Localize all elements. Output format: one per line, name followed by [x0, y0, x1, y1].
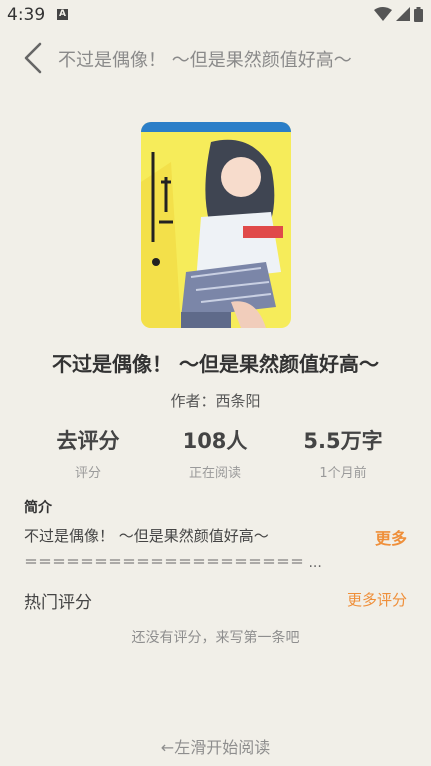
intro-more-button[interactable]: 更多 — [375, 525, 407, 549]
more-reviews-button[interactable]: 更多评分 — [347, 589, 407, 610]
book-author[interactable]: 作者：西条阳 — [0, 390, 431, 411]
word-count-stat: 5.5万字 1个月前 — [273, 426, 413, 481]
header: 不过是偶像！ ～但是果然颜值好高～ — [0, 38, 431, 78]
no-reviews-message[interactable]: 还没有评分，来写第一条吧 — [0, 627, 431, 647]
notification-icon: A — [57, 9, 68, 20]
book-detail-page: 4:39 A 不过是偶像！ ～但是果然颜值好高～ 不过是偶像！ ～但是果然颜值好… — [0, 0, 431, 766]
wifi-icon — [374, 7, 392, 21]
back-arrow-icon — [24, 42, 42, 74]
update-time: 1个月前 — [319, 466, 367, 481]
reviews-heading: 热门评分 — [24, 593, 92, 613]
rating-stat[interactable]: 去评分 评分 — [18, 426, 158, 481]
status-time: 4:39 — [7, 5, 46, 25]
battery-icon — [414, 6, 423, 22]
cover-illustration — [141, 122, 291, 328]
readers-label: 正在阅读 — [188, 466, 241, 481]
back-button[interactable] — [20, 41, 48, 75]
book-title: 不过是偶像！ ～但是果然颜值好高～ — [52, 352, 379, 376]
intro-text-line: 不过是偶像！ ～但是果然颜值好高～ — [24, 527, 269, 545]
swipe-to-read-hint[interactable]: ←左滑开始阅读 — [0, 734, 431, 758]
rating-label: 评分 — [74, 466, 101, 481]
signal-icon — [396, 7, 410, 21]
readers-stat: 108人 正在阅读 — [145, 426, 285, 481]
header-title: 不过是偶像！ ～但是果然颜值好高～ — [58, 50, 352, 71]
status-bar: 4:39 A — [0, 0, 431, 30]
intro-heading: 简介 — [24, 500, 52, 516]
word-count: 5.5万字 — [303, 429, 383, 453]
book-stats: 去评分 评分 108人 正在阅读 5.5万字 1个月前 — [0, 426, 431, 482]
readers-count: 108人 — [182, 429, 248, 453]
intro-text-line: ＝＝＝＝＝＝＝＝＝＝＝＝＝＝＝＝＝＝＝＝ ... — [24, 555, 322, 571]
book-cover[interactable] — [141, 122, 291, 328]
status-icons — [374, 6, 423, 22]
rate-button[interactable]: 去评分 — [18, 426, 158, 456]
